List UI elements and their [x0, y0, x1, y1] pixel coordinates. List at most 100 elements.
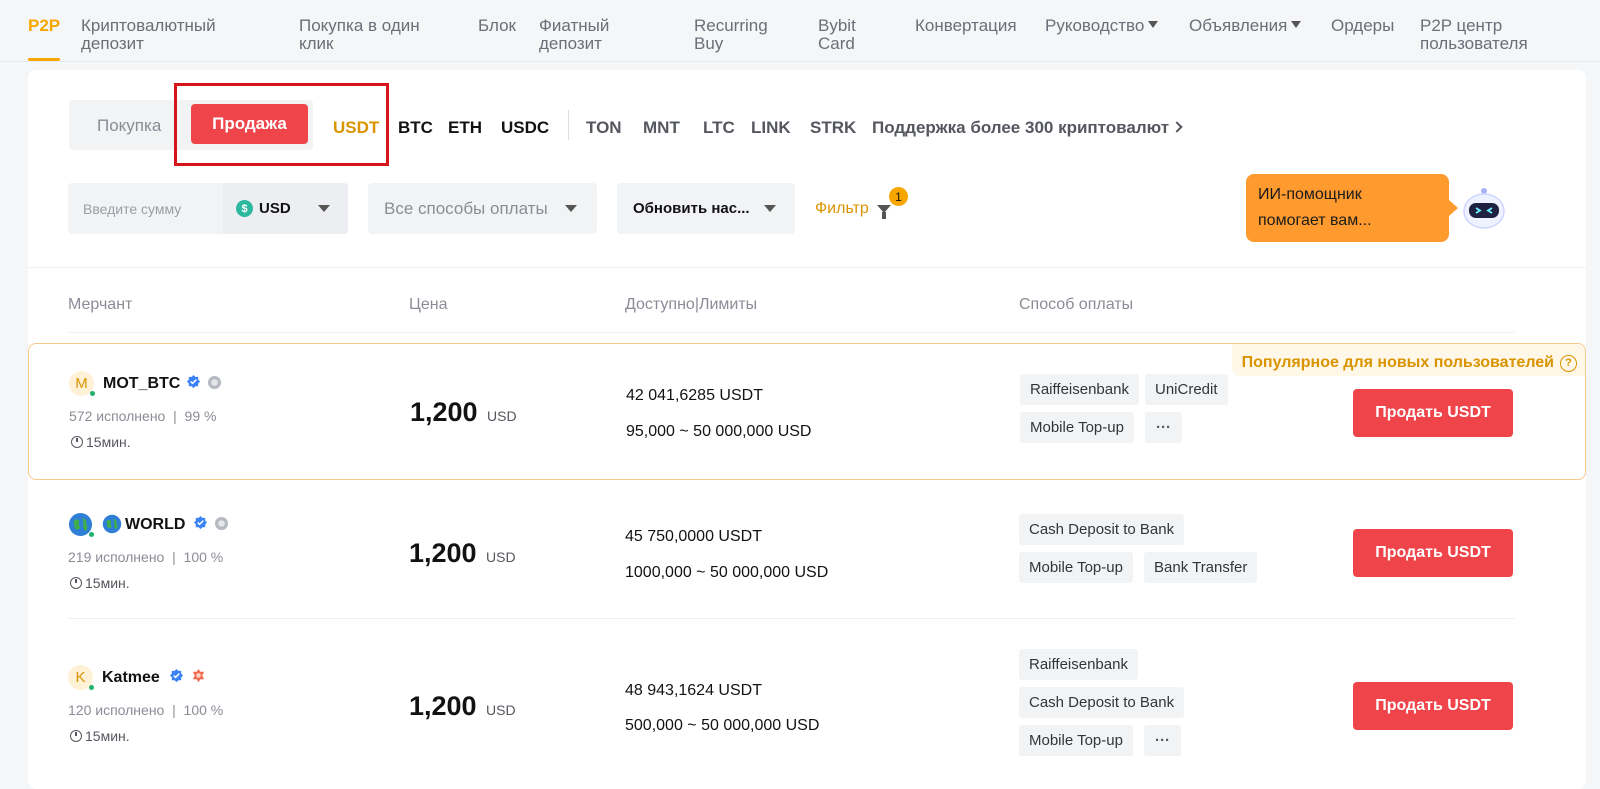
chevron-right-icon [1171, 121, 1183, 133]
price-currency: USD [486, 549, 516, 565]
payment-method-tag: Bank Transfer [1144, 552, 1258, 583]
coin-tab-usdt[interactable]: USDT [333, 118, 379, 138]
merchant-name[interactable]: WORLD [125, 516, 185, 534]
nav-convert[interactable]: Конвертация [915, 17, 1017, 35]
nav-fiat-deposit[interactable]: Фиатный депозит [539, 17, 609, 53]
chevron-down-icon [1148, 21, 1159, 28]
ai-assistant-bubble[interactable]: ИИ-помощник помогает вам... [1246, 174, 1458, 242]
coin-tab-strk[interactable]: STRK [810, 118, 856, 138]
order-limits: 500,000 ~ 50 000,000 USD [625, 717, 820, 734]
payment-method-select[interactable]: Все способы оплаты [368, 183, 597, 234]
filters-divider [28, 267, 1586, 268]
table-row: K Katmee 120 исполнено | 100 % 15мин. 1,… [28, 619, 1586, 789]
sell-usdt-button[interactable]: Продать USDT [1353, 682, 1513, 730]
globe-icon [102, 514, 122, 534]
online-status-dot [90, 391, 95, 396]
more-payments-button[interactable]: ··· [1145, 412, 1182, 443]
merchant-stats: 219 исполнено | 100 % [68, 549, 224, 565]
nav-p2p-user-center[interactable]: P2P центр пользователя [1420, 17, 1528, 53]
table-row: Популярное для новых пользователей ? M M… [28, 343, 1586, 480]
coin-tab-link[interactable]: LINK [751, 118, 791, 138]
merchant-level-icon [214, 516, 229, 531]
payment-time: 15мин. [71, 434, 131, 450]
nav-ads[interactable]: Объявления [1189, 16, 1302, 35]
merchant-level-icon [207, 375, 222, 390]
coin-tab-ton[interactable]: TON [586, 118, 622, 138]
payment-method-tag: Cash Deposit to Bank [1019, 687, 1185, 718]
nav-crypto-deposit[interactable]: Криптовалютный депозит [81, 17, 216, 53]
nav-p2p[interactable]: P2P [28, 17, 60, 35]
order-limits: 1000,000 ~ 50 000,000 USD [625, 564, 829, 581]
merchant-stats: 572 исполнено | 99 % [69, 408, 217, 424]
nav-one-click-buy[interactable]: Покупка в один клик [299, 17, 420, 53]
verified-badge-icon [186, 374, 201, 389]
currency-select[interactable]: $ USD [223, 183, 348, 234]
price-value: 1,200 [410, 397, 478, 427]
payment-time-label: 15мин. [86, 434, 131, 450]
nav-orders[interactable]: Ордеры [1331, 17, 1394, 35]
payment-method-tag: Raiffeisenbank [1019, 649, 1138, 680]
ai-bubble-line2: помогает вам... [1258, 212, 1372, 229]
more-payments-button[interactable]: ··· [1144, 725, 1181, 756]
payment-method-tag: Mobile Top-up [1020, 412, 1134, 443]
buy-tab[interactable]: Покупка [97, 116, 161, 136]
chevron-down-icon [318, 205, 330, 212]
chevron-down-icon [565, 205, 577, 212]
funnel-icon [876, 205, 891, 219]
payment-method-label: Все способы оплаты [384, 199, 548, 218]
payment-method-tag: Mobile Top-up [1019, 725, 1133, 756]
nav-ads-label: Объявления [1189, 16, 1288, 35]
nav-guide-label: Руководство [1045, 16, 1145, 35]
coin-tab-eth[interactable]: ETH [448, 118, 482, 138]
table-row: WORLD 219 исполнено | 100 % 15мин. 1,200… [28, 481, 1586, 619]
payment-time-label: 15мин. [85, 728, 130, 744]
header-available: Доступно|Лимиты [625, 296, 758, 313]
online-status-dot [89, 685, 94, 690]
amount-filter: $ USD [68, 183, 348, 234]
timer-icon [70, 577, 82, 589]
amount-input[interactable] [68, 183, 223, 234]
robot-assistant-icon[interactable] [1460, 184, 1508, 232]
sell-usdt-button[interactable]: Продать USDT [1353, 389, 1513, 437]
nav-guide[interactable]: Руководство [1045, 16, 1159, 35]
price-value: 1,200 [409, 691, 477, 721]
merchant-stats: 120 исполнено | 100 % [68, 702, 224, 718]
coin-tab-btc[interactable]: BTC [398, 118, 433, 138]
timer-icon [71, 436, 83, 448]
filter-label: Фильтр [815, 200, 869, 217]
payment-time-label: 15мин. [85, 575, 130, 591]
header-divider [68, 332, 1515, 333]
merchant-level-icon [192, 668, 205, 683]
help-icon[interactable]: ? [1560, 354, 1577, 372]
order-limits: 95,000 ~ 50 000,000 USD [626, 423, 812, 440]
currency-label: USD [259, 200, 291, 217]
verified-badge-icon [169, 668, 184, 683]
nav-recurring-buy[interactable]: Recurring Buy [694, 17, 768, 53]
sell-usdt-button[interactable]: Продать USDT [1353, 529, 1513, 577]
payment-time: 15мин. [70, 575, 130, 591]
payment-method-tag: Mobile Top-up [1019, 552, 1133, 583]
p2p-card: Покупка Продажа USDT BTC ETH USDC TON MN… [28, 70, 1586, 789]
chevron-down-icon [1291, 21, 1302, 28]
verified-badge-icon [193, 515, 208, 530]
coin-tab-mnt[interactable]: MNT [643, 118, 680, 138]
nav-bybit-card[interactable]: Bybit Card [818, 17, 856, 53]
payment-method-tag: UniCredit [1145, 374, 1228, 405]
more-coins-link[interactable]: Поддержка более 300 криптовалют [872, 118, 1183, 138]
coin-tab-usdc[interactable]: USDC [501, 118, 549, 138]
price-value: 1,200 [409, 538, 477, 568]
filter-count-badge: 1 [889, 187, 908, 206]
nav-block[interactable]: Блок [478, 17, 516, 35]
refresh-select[interactable]: Обновить нас... [617, 183, 795, 234]
coin-tab-ltc[interactable]: LTC [703, 118, 735, 138]
ai-bubble-line1: ИИ-помощник [1258, 186, 1362, 203]
merchant-name[interactable]: Katmee [102, 669, 160, 687]
available-amount: 45 750,0000 USDT [625, 528, 762, 545]
top-nav: P2P Криптовалютный депозит Покупка в оди… [0, 0, 1600, 62]
filter-button[interactable]: Фильтр [815, 200, 891, 219]
available-amount: 48 943,1624 USDT [625, 682, 762, 699]
nav-active-underline [28, 58, 60, 61]
popular-tag: Популярное для новых пользователей ? [1231, 344, 1585, 376]
popular-tag-label: Популярное для новых пользователей [1241, 354, 1554, 371]
merchant-name[interactable]: MOT_BTC [103, 375, 180, 393]
